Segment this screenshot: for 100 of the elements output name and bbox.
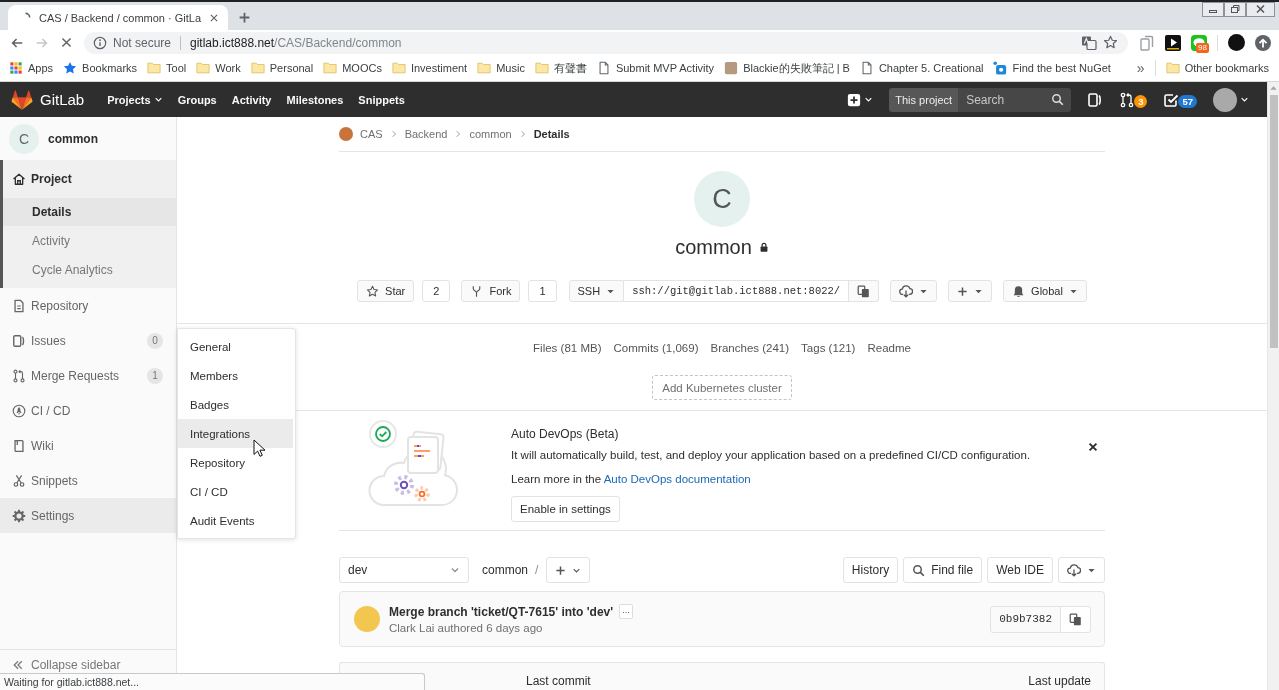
scrollbar-thumb[interactable] [1269, 95, 1278, 348]
restore-icon[interactable] [1224, 2, 1246, 17]
sidebar-item[interactable]: Merge Requests 1 [0, 358, 176, 393]
breadcrumb-link[interactable]: Details [533, 128, 570, 140]
bookmark[interactable]: MOOCs [323, 61, 382, 75]
sidebar-item[interactable]: Snippets [0, 463, 176, 498]
add-file-dropdown[interactable] [546, 557, 591, 583]
stat-link[interactable]: Files (81 MB) [533, 341, 602, 355]
bookmark[interactable]: Submit MVP Activity [596, 61, 715, 75]
path-link[interactable]: common [482, 563, 528, 577]
nav-link[interactable]: Milestones [279, 88, 351, 111]
project-avatar[interactable]: C [9, 124, 39, 154]
logo-icon[interactable] [11, 88, 33, 111]
enable-settings-button[interactable]: Enable in settings [511, 496, 620, 522]
nav-link[interactable]: Snippets [351, 88, 412, 111]
chevron-down-icon[interactable] [1240, 95, 1249, 104]
stat-link[interactable]: Commits (1,069) [613, 341, 699, 355]
flyout-menu-item[interactable]: Badges [178, 390, 293, 419]
expand-message-button[interactable]: ... [619, 604, 633, 619]
bookmark[interactable]: Find the best NuGet [993, 61, 1111, 75]
minimize-icon[interactable] [1202, 2, 1224, 17]
sidebar-item[interactable]: Wiki [0, 428, 176, 463]
bookmark[interactable]: Blackie的失敗筆記 | B [724, 60, 850, 76]
group-avatar-icon[interactable] [339, 127, 353, 141]
bookmark[interactable]: Chapter 5. Creational [859, 61, 984, 75]
search-icon[interactable] [1051, 92, 1065, 106]
project-name[interactable]: common [48, 132, 98, 146]
info-icon[interactable] [93, 35, 107, 50]
sidebar-item[interactable]: Project [3, 160, 176, 198]
flyout-menu-item[interactable]: CI / CD [178, 477, 293, 506]
search-scope[interactable]: This project [889, 87, 959, 112]
sidebar-item[interactable]: CI / CD [0, 393, 176, 428]
branch-dropdown[interactable]: dev [339, 557, 469, 583]
stop-icon[interactable] [60, 36, 73, 49]
add-kubernetes-button[interactable]: Add Kubernetes cluster [652, 375, 792, 400]
profile-avatar-icon[interactable] [1228, 34, 1245, 51]
stat-link[interactable]: Branches (241) [710, 341, 790, 355]
bookmark[interactable]: Investiment [391, 61, 468, 75]
download-button[interactable] [1058, 557, 1105, 583]
bookmark[interactable]: Personal [250, 61, 314, 75]
brand-name[interactable]: GitLab [40, 91, 85, 108]
plus-icon[interactable] [238, 11, 251, 24]
play-icon[interactable] [1165, 34, 1181, 51]
sidebar-item[interactable]: Settings [0, 498, 176, 533]
close-icon[interactable] [1088, 442, 1098, 452]
bookmark[interactable]: Work [196, 61, 241, 75]
flyout-menu-item[interactable]: General [178, 332, 293, 361]
clone-url-field[interactable]: ssh://git@gitlab.ict888.net:8022/ [624, 280, 850, 302]
sidebar-subitem[interactable]: Cycle Analytics [3, 255, 176, 284]
stat-link[interactable]: Readme [867, 341, 911, 355]
new-item-dropdown[interactable] [948, 280, 993, 302]
find-file-button[interactable]: Find file [903, 557, 983, 583]
download-button[interactable] [890, 280, 938, 302]
stat-link[interactable]: Tags (121) [801, 341, 856, 355]
sidebar-subitem[interactable]: Details [3, 198, 176, 226]
commit-title[interactable]: Merge branch 'ticket/QT-7615' into 'dev' [389, 604, 614, 619]
todo-icon[interactable] [1163, 91, 1180, 108]
flyout-menu-item[interactable]: Members [178, 361, 293, 390]
documentation-link[interactable]: Auto DevOps documentation [603, 473, 751, 485]
star-outline-icon[interactable] [1103, 35, 1118, 50]
bookmark[interactable]: Music [477, 61, 525, 75]
bookmark[interactable]: Other bookmarks [1165, 61, 1269, 75]
chevron-down-icon[interactable] [864, 95, 874, 104]
merge-request-icon[interactable] [1119, 91, 1136, 108]
copy-sha-button[interactable] [1061, 605, 1091, 633]
user-avatar-icon[interactable] [1213, 87, 1237, 112]
copy-url-button[interactable] [849, 280, 880, 302]
pages-icon[interactable] [1139, 34, 1155, 51]
issues-icon[interactable] [1087, 91, 1104, 108]
sidebar-item[interactable]: Issues 0 [0, 323, 176, 358]
bookmark[interactable]: 有聲書 [534, 60, 587, 76]
web-ide-button[interactable]: Web IDE [987, 557, 1053, 583]
translate-icon[interactable] [1081, 34, 1097, 51]
breadcrumb-link[interactable]: common [469, 128, 512, 140]
breadcrumb-link[interactable]: CAS [360, 128, 383, 140]
notification-dropdown[interactable]: Global [1003, 280, 1087, 302]
sidebar-item[interactable]: Repository [0, 288, 176, 323]
bookmark[interactable]: Apps [9, 61, 54, 75]
flyout-menu-item[interactable]: Audit Events [178, 506, 293, 535]
protocol-dropdown[interactable]: SSH [568, 280, 625, 302]
collapse-sidebar-button[interactable]: Collapse sidebar [12, 658, 121, 672]
commit-sha[interactable]: 0b9b7382 [990, 605, 1061, 633]
flyout-menu-item[interactable]: Integrations [178, 419, 293, 448]
star-count[interactable]: 2 [422, 280, 451, 302]
fork-count[interactable]: 1 [528, 280, 557, 302]
bookmark[interactable]: Bookmarks [63, 61, 138, 75]
sidebar-subitem[interactable]: Activity [3, 226, 176, 255]
more-bookmarks-button[interactable]: » [1136, 61, 1145, 75]
nav-link[interactable]: Projects [100, 88, 170, 111]
bookmark[interactable]: Tool [147, 61, 187, 75]
fork-button[interactable]: Fork [461, 280, 521, 302]
breadcrumb-link[interactable]: Backend [404, 128, 448, 140]
arrow-up-circle-icon[interactable] [1255, 34, 1271, 51]
browser-tab[interactable]: CAS / Backend / common · GitLa [8, 5, 228, 30]
nav-link[interactable]: Groups [170, 88, 224, 111]
search-field[interactable]: Search [958, 87, 1072, 112]
address-bar[interactable]: Not secure gitlab.ict888.net/CAS/Backend/common [84, 31, 1128, 54]
history-button[interactable]: History [842, 557, 899, 583]
nav-link[interactable]: Activity [224, 88, 279, 111]
flyout-menu-item[interactable]: Repository [178, 448, 293, 477]
